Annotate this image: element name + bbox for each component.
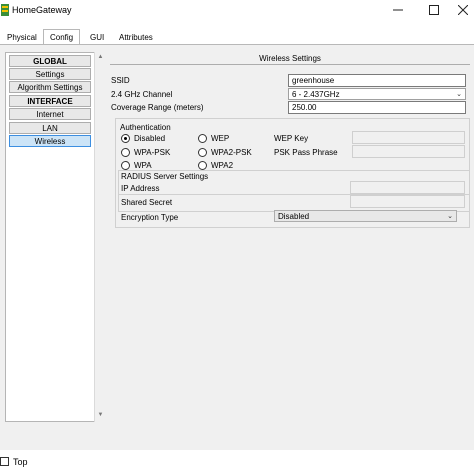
sidebar-item-internet[interactable]: Internet [9, 108, 91, 120]
sidebar-item-algorithm-settings[interactable]: Algorithm Settings [9, 81, 91, 93]
coverage-range-label: Coverage Range (meters) [111, 103, 204, 112]
minimize-icon [393, 9, 403, 11]
auth-wep-radio[interactable] [198, 134, 207, 143]
radius-ip-input[interactable] [350, 181, 465, 194]
scroll-up-icon[interactable]: ▲ [96, 53, 105, 62]
channel-label: 2.4 GHz Channel [111, 90, 173, 99]
chevron-down-icon: ⌄ [456, 91, 462, 98]
radius-shared-secret-input[interactable] [350, 195, 465, 208]
maximize-button[interactable] [416, 0, 452, 20]
sidebar-item-lan[interactable]: LAN [9, 122, 91, 134]
psk-pass-phrase-label: PSK Pass Phrase [274, 148, 338, 157]
app-icon [1, 4, 9, 16]
close-icon [458, 5, 468, 15]
encryption-type-select[interactable]: Disabled ⌄ [274, 210, 457, 222]
top-checkbox[interactable] [0, 457, 9, 466]
section-title: Wireless Settings [259, 54, 321, 63]
auth-wpa2-psk-label: WPA2-PSK [211, 148, 252, 157]
sidebar-scrollbar[interactable] [94, 52, 106, 422]
auth-wpa-psk-label: WPA-PSK [134, 148, 171, 157]
chevron-down-icon: ⌄ [447, 213, 453, 220]
authentication-title: Authentication [120, 123, 171, 132]
auth-wpa-radio[interactable] [121, 161, 130, 170]
channel-select-value: 6 - 2.437GHz [292, 90, 340, 99]
maximize-icon [429, 5, 439, 15]
ssid-input[interactable]: greenhouse [288, 74, 466, 87]
top-label: Top [13, 457, 28, 467]
auth-wpa-label: WPA [134, 161, 152, 170]
close-button[interactable] [452, 0, 474, 20]
ssid-label: SSID [111, 76, 130, 85]
auth-wep-label: WEP [211, 134, 230, 143]
auth-wpa-psk-radio[interactable] [121, 148, 130, 157]
window-title: HomeGateway [12, 5, 72, 15]
sidebar-item-settings[interactable]: Settings [9, 68, 91, 80]
auth-wpa2-label: WPA2 [211, 161, 234, 170]
wep-key-input[interactable] [352, 131, 465, 144]
tab-config[interactable]: Config [43, 29, 81, 44]
tab-physical[interactable]: Physical [4, 30, 40, 44]
section-divider [110, 64, 470, 65]
radius-ip-label: IP Address [121, 184, 160, 193]
coverage-range-input[interactable]: 250.00 [288, 101, 466, 114]
auth-disabled-label: Disabled [134, 134, 166, 143]
auth-wpa2-psk-radio[interactable] [198, 148, 207, 157]
sidebar-item-global[interactable]: GLOBAL [9, 55, 91, 67]
encryption-type-label: Encryption Type [121, 213, 179, 222]
scroll-down-icon[interactable]: ▼ [96, 411, 105, 420]
tab-gui[interactable]: GUI [87, 30, 107, 44]
sidebar-item-interface[interactable]: INTERFACE [9, 95, 91, 107]
tab-attributes[interactable]: Attributes [116, 30, 156, 44]
minimize-button[interactable] [380, 0, 416, 20]
auth-disabled-radio[interactable] [121, 134, 130, 143]
auth-wpa2-radio[interactable] [198, 161, 207, 170]
psk-pass-phrase-input[interactable] [352, 145, 465, 158]
encryption-type-value: Disabled [278, 212, 310, 221]
right-scrollbar[interactable] [468, 52, 474, 422]
sidebar-item-wireless[interactable]: Wireless [9, 135, 91, 147]
radius-shared-secret-label: Shared Secret [121, 198, 173, 207]
channel-select[interactable]: 6 - 2.437GHz ⌄ [288, 88, 466, 100]
radius-title: RADIUS Server Settings [121, 172, 209, 181]
wep-key-label: WEP Key [274, 134, 309, 143]
